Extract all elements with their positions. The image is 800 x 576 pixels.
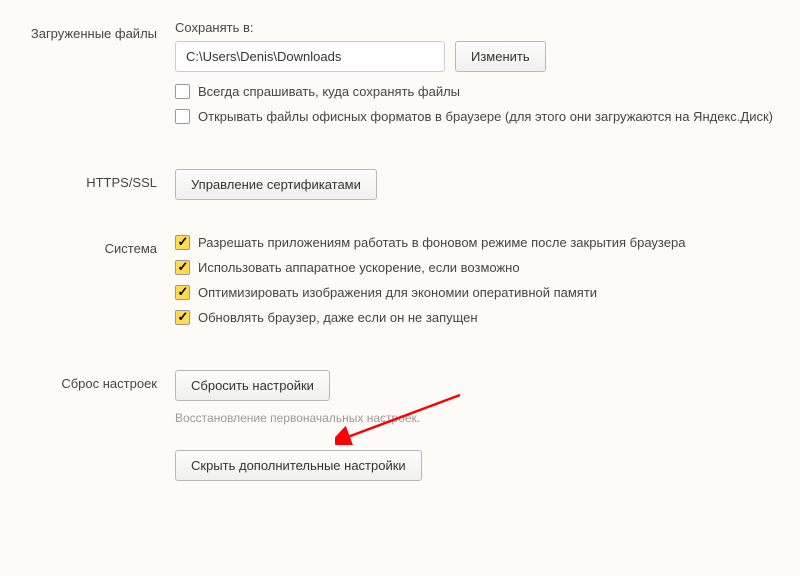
manage-certificates-button[interactable]: Управление сертификатами [175,169,377,200]
always-ask-label: Всегда спрашивать, куда сохранять файлы [198,84,460,99]
change-button[interactable]: Изменить [455,41,546,72]
open-office-label: Открывать файлы офисных форматов в брауз… [198,109,773,124]
reset-settings-button[interactable]: Сбросить настройки [175,370,330,401]
update-browser-label: Обновлять браузер, даже если он не запущ… [198,310,478,325]
update-browser-checkbox[interactable] [175,310,190,325]
system-label: Система [0,235,175,335]
https-section: HTTPS/SSL Управление сертификатами [0,169,800,200]
https-label: HTTPS/SSL [0,169,175,200]
reset-label: Сброс настроек [0,370,175,425]
reset-hint: Восстановление первоначальных настроек. [175,411,780,425]
hw-accel-label: Использовать аппаратное ускорение, если … [198,260,520,275]
allow-bg-label: Разрешать приложениям работать в фоновом… [198,235,685,250]
hw-accel-checkbox[interactable] [175,260,190,275]
optimize-img-label: Оптимизировать изображения для экономии … [198,285,597,300]
optimize-img-checkbox[interactable] [175,285,190,300]
hide-advanced-button[interactable]: Скрыть дополнительные настройки [175,450,422,481]
always-ask-checkbox[interactable] [175,84,190,99]
save-to-label: Сохранять в: [175,20,780,35]
open-office-checkbox[interactable] [175,109,190,124]
system-section: Система Разрешать приложениям работать в… [0,235,800,335]
downloads-section: Загруженные файлы Сохранять в: Изменить … [0,20,800,134]
download-path-input[interactable] [175,41,445,72]
reset-section: Сброс настроек Сбросить настройки Восста… [0,370,800,425]
downloads-label: Загруженные файлы [0,20,175,134]
allow-bg-checkbox[interactable] [175,235,190,250]
